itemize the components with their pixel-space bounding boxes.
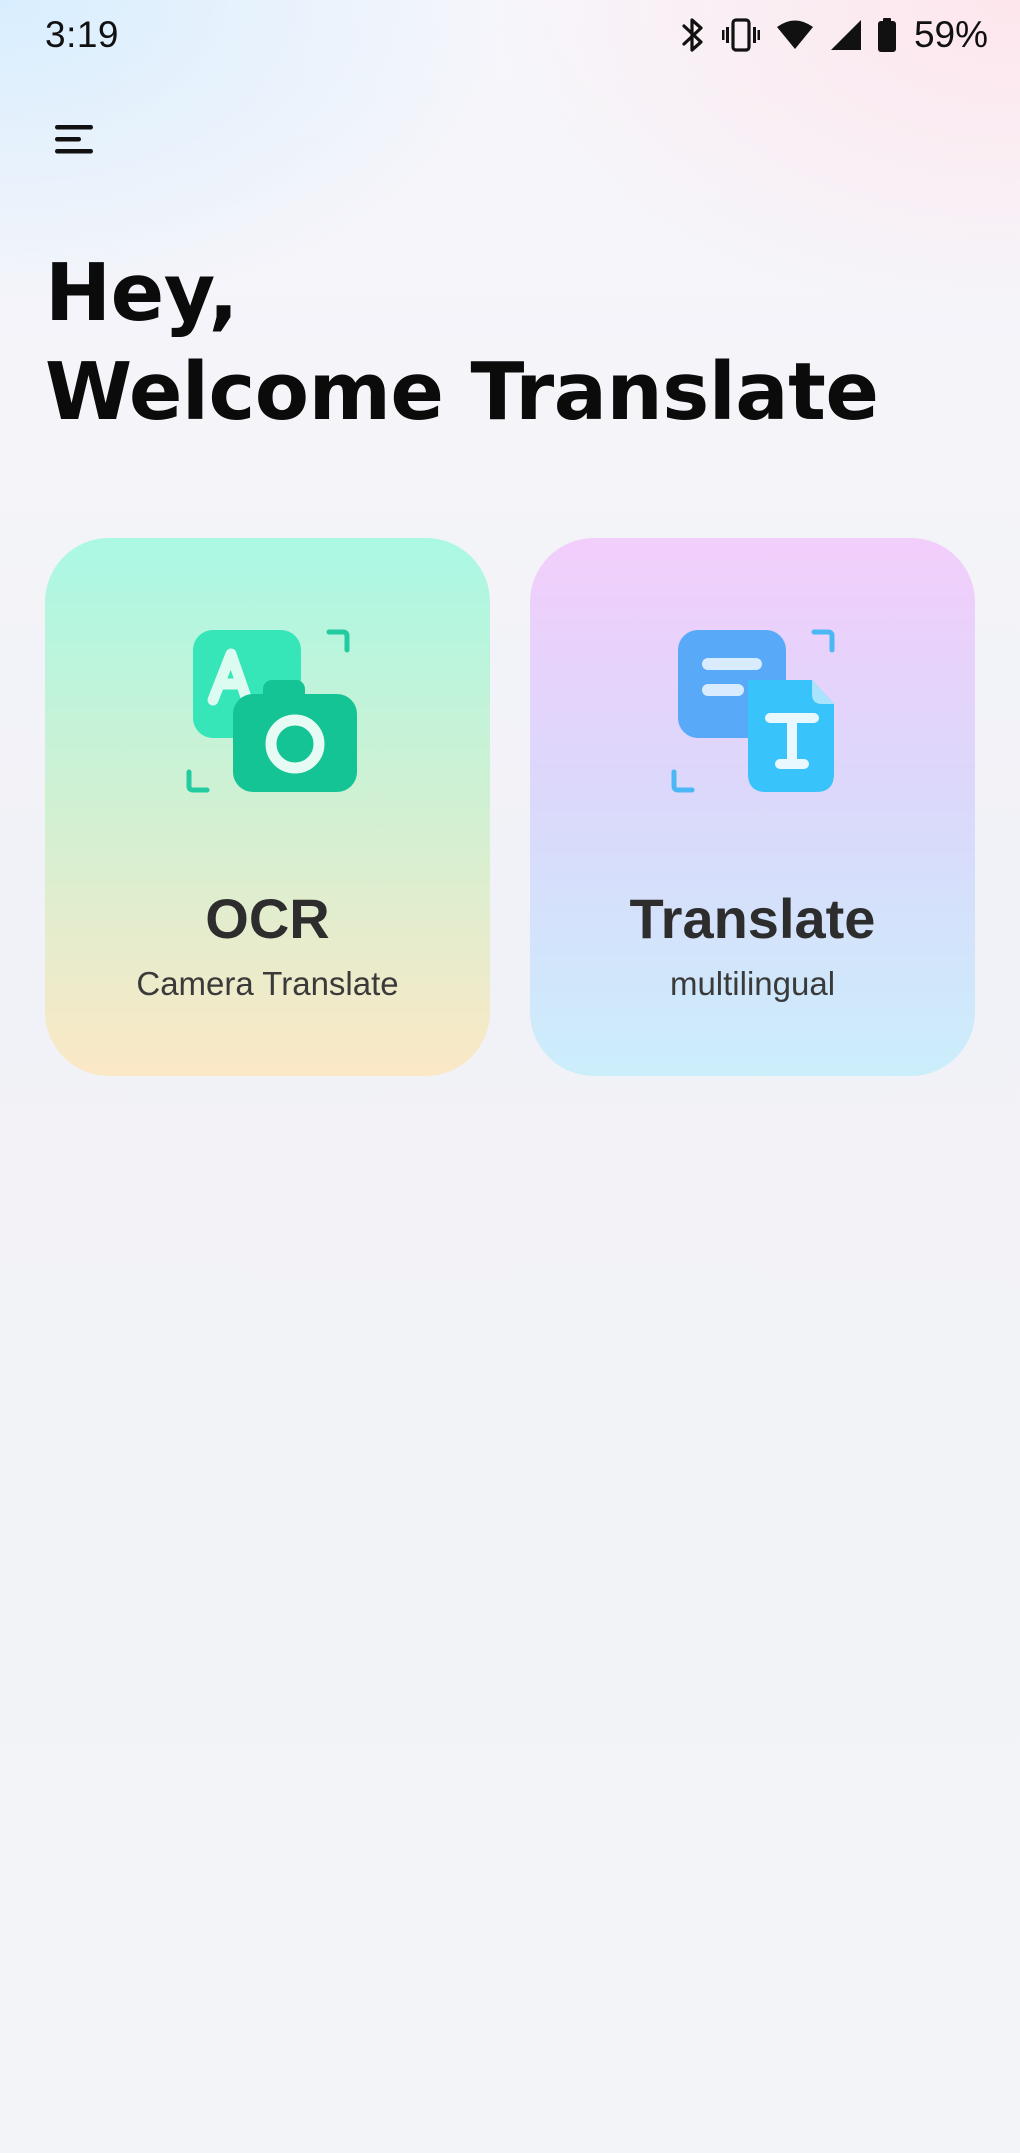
translate-card[interactable]: Translate multilingual [530, 538, 975, 1076]
battery-percentage: 59% [913, 14, 988, 55]
document-text-icon [662, 622, 842, 802]
status-time: 3:19 [45, 14, 120, 55]
battery-icon [877, 18, 896, 52]
camera-letter-icon [177, 622, 357, 802]
menu-button[interactable] [44, 116, 104, 166]
wifi-icon [776, 20, 814, 50]
ocr-card-title: OCR [205, 887, 330, 950]
greeting-line-1: Hey, [45, 247, 239, 339]
vibrate-icon [721, 18, 760, 52]
greeting-heading: Hey, Welcome Translate [45, 244, 879, 442]
hamburger-menu-icon [53, 121, 95, 162]
bluetooth-icon [680, 17, 706, 53]
ocr-card[interactable]: OCR Camera Translate [45, 538, 490, 1076]
status-bar: 3:19 59% [0, 0, 1020, 70]
signal-icon [830, 19, 862, 51]
translate-card-subtitle: multilingual [669, 965, 836, 1002]
status-icons: 59% [680, 14, 988, 56]
greeting-line-2: Welcome Translate [45, 346, 879, 438]
ocr-card-subtitle: Camera Translate [136, 965, 399, 1002]
translate-card-title: Translate [629, 887, 876, 950]
